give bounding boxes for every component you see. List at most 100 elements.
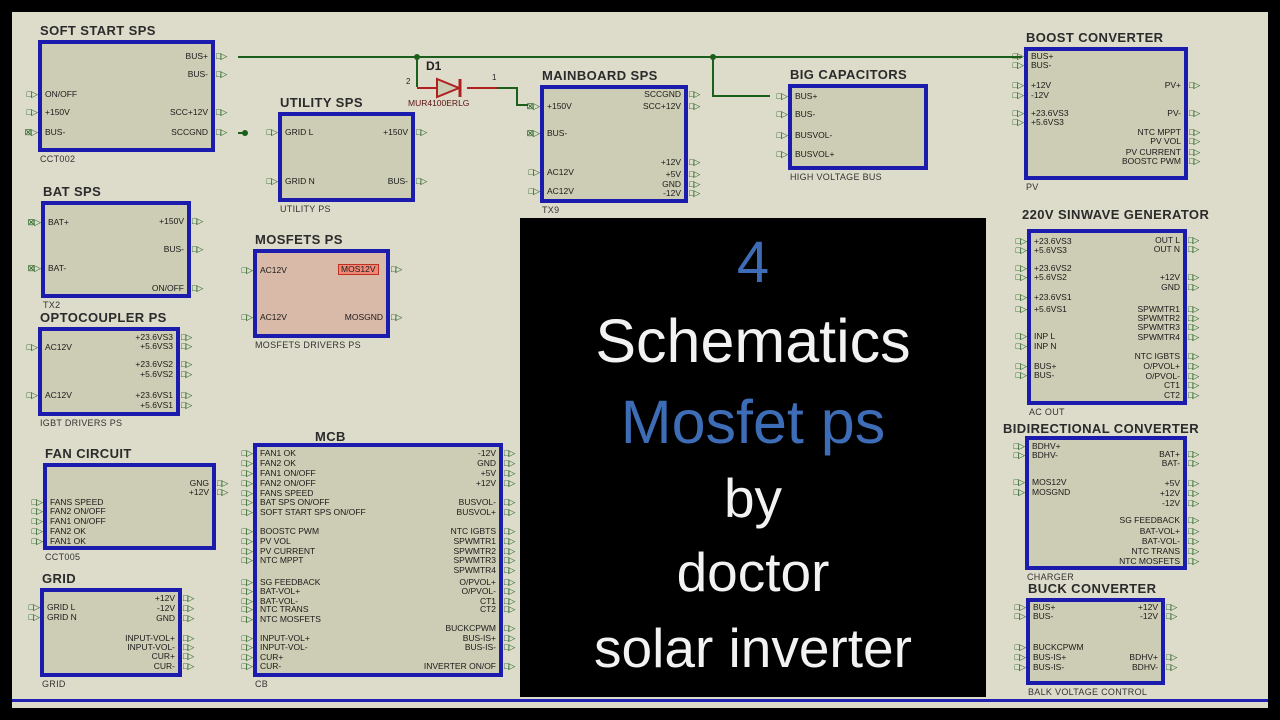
pin-connector: □▷: [20, 516, 42, 526]
pin-label: BUS-: [41, 245, 184, 254]
pin-label: +150V: [278, 128, 408, 137]
junction-dot: [414, 54, 420, 60]
pin-label: SCC+12V: [38, 108, 208, 117]
pin-label: FAN1 ON/OFF: [50, 517, 106, 526]
pin-connector: □▷: [20, 526, 42, 536]
pin-connector: □▷: [230, 661, 252, 671]
pin-connector: □▷: [20, 506, 42, 516]
pin-label: +5.6VS2: [38, 370, 173, 379]
bidirectional-converter-title: BIDIRECTIONAL CONVERTER: [1003, 421, 1199, 436]
pin-connector: □▷: [1001, 117, 1023, 127]
pin-label: PV-: [1024, 109, 1181, 118]
diode-pin1-label: 1: [492, 73, 496, 82]
pin-label: BUS-: [547, 129, 567, 138]
pin-connector: □▷: [1004, 331, 1026, 341]
pin-label: +12V: [540, 158, 681, 167]
pin-label: GND: [540, 180, 681, 189]
pin-connector: □▷: [192, 244, 214, 254]
pin-connector: □▷: [1003, 611, 1025, 621]
pin-label: ON/OFF: [41, 284, 184, 293]
pin-label: +150V: [41, 217, 184, 226]
pin-label: INVERTER ON/OF: [253, 662, 496, 671]
pin-connector: □▷: [230, 468, 252, 478]
utility-sps-sublabel: UTILITY PS: [280, 204, 331, 214]
pin-label: PV+: [1024, 81, 1181, 90]
pin-connector: □▷: [765, 149, 787, 159]
pin-label: -12V: [253, 449, 496, 458]
pin-connector: □▷: [1001, 80, 1023, 90]
diode-ref-label: D1: [426, 59, 441, 73]
pin-label: SPWMTR4: [1027, 333, 1180, 342]
pin-connector: □▷: [1004, 272, 1026, 282]
pin-connector: □▷: [183, 651, 205, 661]
pin-label: BUS+: [38, 52, 208, 61]
pin-connector: □▷: [1188, 515, 1210, 525]
pin-connector: □▷: [230, 265, 252, 275]
pin-connector: □▷: [416, 127, 438, 137]
pin-connector: □▷: [183, 661, 205, 671]
pin-connector: □▷: [183, 613, 205, 623]
pin-connector: ⊠▷: [517, 128, 539, 138]
pin-label: +5V: [540, 170, 681, 179]
pin-connector: □▷: [216, 69, 238, 79]
pin-connector: □▷: [1004, 341, 1026, 351]
pin-connector: □▷: [255, 127, 277, 137]
pin-connector: □▷: [1188, 361, 1210, 371]
pin-label: SPWMTR3: [1027, 323, 1180, 332]
boost-converter-title: BOOST CONVERTER: [1026, 30, 1163, 45]
pin-label: BOOSTC PWM: [1024, 157, 1181, 166]
pin-connector: □▷: [1004, 304, 1026, 314]
pin-connector: □▷: [230, 526, 252, 536]
pin-label: +12V: [1026, 603, 1158, 612]
pin-connector: □▷: [15, 107, 37, 117]
pin-connector: □▷: [230, 458, 252, 468]
pin-label: +12V: [40, 594, 175, 603]
pin-connector: ⊠▷: [18, 217, 40, 227]
pin-connector: □▷: [181, 341, 203, 351]
pin-connector: □▷: [689, 188, 711, 198]
pin-connector: □▷: [15, 89, 37, 99]
pin-connector: □▷: [1188, 272, 1210, 282]
pin-connector: □▷: [181, 390, 203, 400]
pin-label: SCCGND: [540, 90, 681, 99]
pin-label: BAT-: [48, 264, 66, 273]
pin-connector: □▷: [17, 612, 39, 622]
pin-connector: □▷: [1188, 322, 1210, 332]
pin-label: BUS-: [1031, 61, 1051, 70]
pin-label: GND: [40, 614, 175, 623]
pin-connector: ⊠▷: [18, 263, 40, 273]
pin-label: ON/OFF: [45, 90, 77, 99]
pin-connector: □▷: [391, 312, 413, 322]
pin-connector: □▷: [1188, 380, 1210, 390]
bat-sps-title: BAT SPS: [43, 184, 101, 199]
block-utility-sps[interactable]: [278, 112, 415, 202]
pin-label: +5V: [253, 469, 496, 478]
pin-connector: □▷: [15, 342, 37, 352]
pin-connector: □▷: [1188, 332, 1210, 342]
pin-connector: □▷: [230, 478, 252, 488]
pin-label: O/PVOL-: [1027, 372, 1180, 381]
pin-connector: □▷: [1189, 136, 1211, 146]
pin-connector: □▷: [1188, 498, 1210, 508]
mainboard-sps-sublabel: TX9: [542, 205, 559, 215]
pin-connector: □▷: [15, 390, 37, 400]
diode-icon[interactable]: [435, 77, 469, 99]
pin-label: +5.6VS3: [38, 342, 173, 351]
pin-connector: □▷: [181, 369, 203, 379]
pin-label: BAT+: [1025, 450, 1180, 459]
pin-connector: □▷: [1188, 458, 1210, 468]
block-mosfets-ps[interactable]: [253, 249, 390, 338]
pin-connector: □▷: [517, 186, 539, 196]
pin-label: BAT-: [1025, 459, 1180, 468]
pin-connector: □▷: [1001, 90, 1023, 100]
pin-connector: □▷: [230, 448, 252, 458]
mcb-title: MCB: [315, 429, 346, 444]
pin-label: BUS+: [795, 92, 817, 101]
pin-label: +12V: [1025, 489, 1180, 498]
pin-connector: □▷: [689, 157, 711, 167]
overlay-line-4: by: [724, 462, 782, 534]
pin-connector: □▷: [1188, 478, 1210, 488]
pin-label: BUS-: [795, 110, 815, 119]
pin-label: BDHV+: [1026, 653, 1158, 662]
buck-converter-sublabel: BALK VOLTAGE CONTROL: [1028, 687, 1147, 697]
